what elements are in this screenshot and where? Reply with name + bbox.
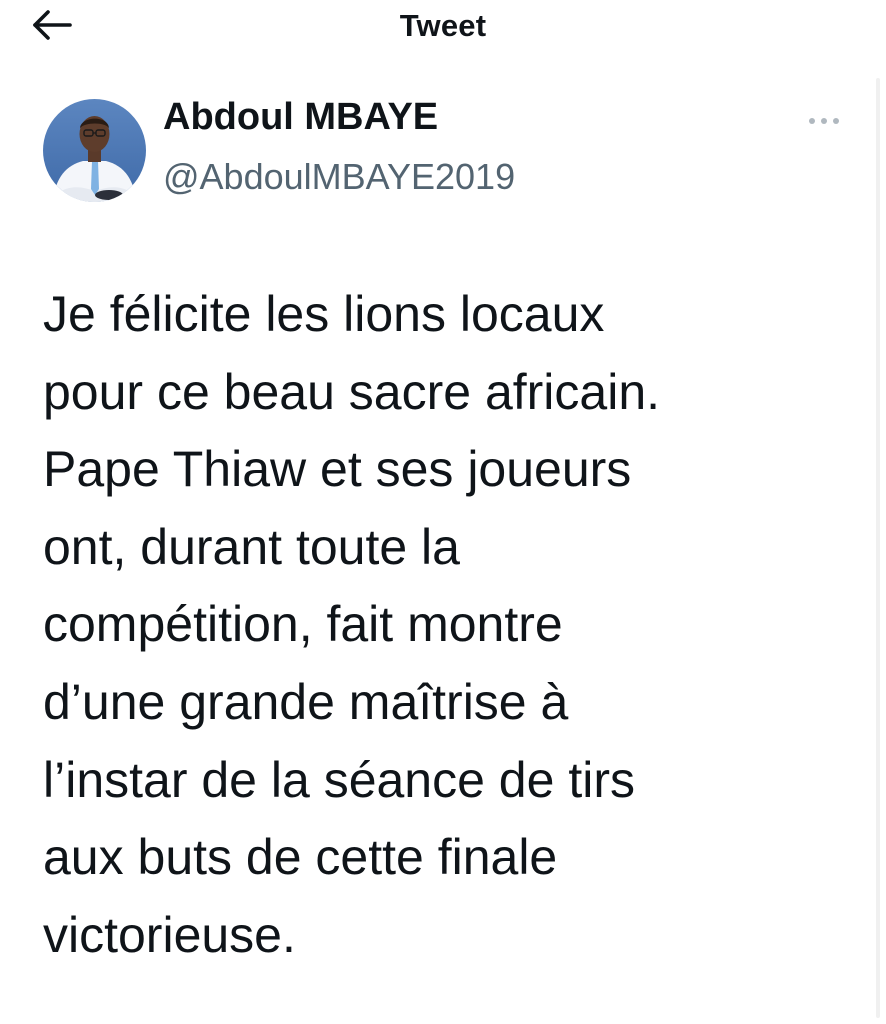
tweet-text-line: compétition, fait montre (43, 596, 563, 653)
tweet-text-line: Pape Thiaw et ses joueurs (43, 441, 632, 498)
author-display-name[interactable]: Abdoul MBAYE (163, 96, 438, 139)
tweet-text-line: d’une grande maîtrise à (43, 673, 569, 730)
avatar[interactable] (43, 99, 146, 202)
tweet-text-line: Je félicite les lions locaux (43, 286, 605, 342)
page-title: Tweet (399, 8, 487, 43)
tweet-text-line: l’instar de la séance de tirs (43, 751, 635, 808)
author-handle[interactable]: @AbdoulMBAYE2019 (163, 156, 515, 198)
tweet-text-line: pour ce beau sacre africain. (43, 363, 661, 420)
tweet-text-line: victorieuse. (43, 906, 296, 963)
ellipsis-icon (807, 113, 841, 131)
tweet-text-line: ont, durant toute la (43, 518, 460, 575)
tweet-text-line: aux buts de cette finale (43, 829, 558, 886)
scrollbar[interactable] (876, 78, 880, 1018)
more-options-button[interactable] (800, 106, 848, 138)
tweet-text: Je félicite les lions locaux pour ce bea… (43, 276, 843, 974)
top-bar: Tweet (0, 0, 886, 58)
